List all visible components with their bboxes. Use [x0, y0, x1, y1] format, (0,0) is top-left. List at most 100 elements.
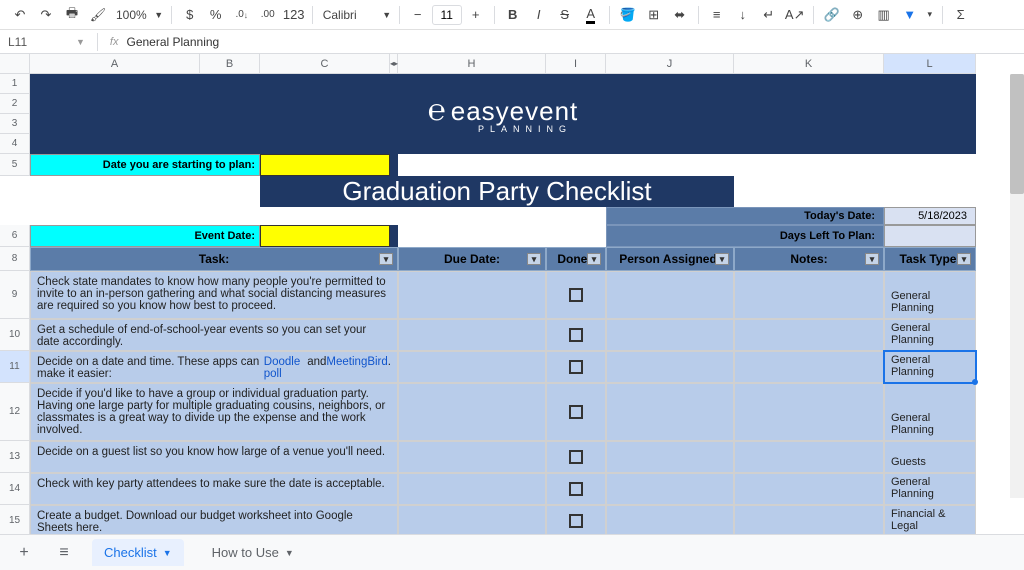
fill-color-icon[interactable]: 🪣: [616, 3, 640, 27]
task-type-cell[interactable]: General Planning: [884, 319, 976, 351]
notes-cell[interactable]: [734, 473, 884, 505]
header-done[interactable]: Done?▾: [546, 247, 606, 271]
notes-cell[interactable]: [734, 505, 884, 534]
filter-dropdown-icon[interactable]: ▾: [924, 3, 936, 27]
task-cell[interactable]: Decide if you'd like to have a group or …: [30, 383, 398, 441]
checkbox-icon[interactable]: [569, 514, 583, 528]
checkbox-icon[interactable]: [569, 288, 583, 302]
tab-dropdown-icon[interactable]: ▼: [285, 548, 294, 558]
due-date-cell[interactable]: [398, 271, 546, 319]
bold-icon[interactable]: B: [501, 3, 525, 27]
due-date-cell[interactable]: [398, 383, 546, 441]
redo-icon[interactable]: ↷: [34, 3, 58, 27]
checkbox-icon[interactable]: [569, 482, 583, 496]
person-cell[interactable]: [606, 319, 734, 351]
filter-dropdown-icon[interactable]: ▾: [587, 253, 601, 265]
person-cell[interactable]: [606, 505, 734, 534]
tab-how-to-use[interactable]: How to Use▼: [200, 539, 306, 566]
row-header[interactable]: 5: [0, 154, 30, 176]
row-header[interactable]: 10: [0, 319, 30, 351]
percent-icon[interactable]: %: [204, 3, 228, 27]
task-type-cell[interactable]: General Planning: [884, 351, 976, 383]
merge-cells-icon[interactable]: ⬌: [668, 3, 692, 27]
checkbox-icon[interactable]: [569, 405, 583, 419]
active-cell-ref[interactable]: L11: [8, 35, 68, 49]
insert-chart-icon[interactable]: ▥: [872, 3, 896, 27]
italic-icon[interactable]: I: [527, 3, 551, 27]
checkbox-icon[interactable]: [569, 360, 583, 374]
vertical-align-icon[interactable]: ↓: [731, 3, 755, 27]
filter-dropdown-icon[interactable]: ▾: [379, 253, 393, 265]
person-cell[interactable]: [606, 383, 734, 441]
strikethrough-icon[interactable]: S: [553, 3, 577, 27]
notes-cell[interactable]: [734, 351, 884, 383]
event-date-input[interactable]: [260, 225, 390, 247]
filter-dropdown-icon[interactable]: ▾: [957, 253, 971, 265]
filter-dropdown-icon[interactable]: ▾: [527, 253, 541, 265]
row-header[interactable]: 13: [0, 441, 30, 473]
currency-icon[interactable]: $: [178, 3, 202, 27]
row-header[interactable]: 12: [0, 383, 30, 441]
notes-cell[interactable]: [734, 271, 884, 319]
borders-icon[interactable]: ⊞: [642, 3, 666, 27]
formula-input[interactable]: [126, 35, 1016, 49]
task-type-cell[interactable]: General Planning: [884, 271, 976, 319]
filter-dropdown-icon[interactable]: ▾: [865, 253, 879, 265]
row-header[interactable]: 15: [0, 505, 30, 534]
functions-icon[interactable]: Σ: [949, 3, 973, 27]
text-rotation-icon[interactable]: A↗: [783, 3, 807, 27]
col-header-b[interactable]: B: [200, 54, 260, 74]
col-header-k[interactable]: K: [734, 54, 884, 74]
notes-cell[interactable]: [734, 319, 884, 351]
task-cell[interactable]: Check with key party attendees to make s…: [30, 473, 398, 505]
header-notes[interactable]: Notes:▾: [734, 247, 884, 271]
col-header-h[interactable]: H: [398, 54, 546, 74]
done-cell[interactable]: [546, 505, 606, 534]
increase-decimal-icon[interactable]: .00: [256, 3, 280, 27]
col-header-collapsed[interactable]: ◂▸: [390, 54, 398, 74]
undo-icon[interactable]: ↶: [8, 3, 32, 27]
person-cell[interactable]: [606, 271, 734, 319]
font-size-increase-icon[interactable]: +: [464, 3, 488, 27]
notes-cell[interactable]: [734, 441, 884, 473]
due-date-cell[interactable]: [398, 473, 546, 505]
header-person[interactable]: Person Assigned:▾: [606, 247, 734, 271]
task-cell[interactable]: Create a budget. Download our budget wor…: [30, 505, 398, 534]
row-header[interactable]: 1: [0, 74, 30, 94]
print-icon[interactable]: 🖶: [60, 3, 84, 27]
spreadsheet-grid[interactable]: A B C ◂▸ H I J K L 1 ℮easyevent PLANNING…: [0, 54, 1024, 534]
name-box-dropdown-icon[interactable]: ▼: [76, 37, 85, 47]
filter-dropdown-icon[interactable]: ▾: [715, 253, 729, 265]
all-sheets-icon[interactable]: ≡: [52, 544, 76, 562]
row-header[interactable]: 11: [0, 351, 30, 383]
insert-comment-icon[interactable]: ⊕: [846, 3, 870, 27]
checkbox-icon[interactable]: [569, 450, 583, 464]
font-family[interactable]: Calibri: [319, 8, 379, 22]
person-cell[interactable]: [606, 441, 734, 473]
header-type[interactable]: Task Type:▾: [884, 247, 976, 271]
tab-dropdown-icon[interactable]: ▼: [163, 548, 172, 558]
done-cell[interactable]: [546, 319, 606, 351]
row-header[interactable]: 9: [0, 271, 30, 319]
link[interactable]: Doodle poll: [264, 356, 307, 380]
vertical-scrollbar[interactable]: [1010, 74, 1024, 498]
more-formats-icon[interactable]: 123: [282, 3, 306, 27]
link[interactable]: MeetingBird: [326, 356, 387, 368]
horizontal-align-icon[interactable]: ≡: [705, 3, 729, 27]
zoom-level[interactable]: 100%: [112, 8, 151, 22]
row-header[interactable]: 2: [0, 94, 30, 114]
done-cell[interactable]: [546, 351, 606, 383]
task-cell[interactable]: Get a schedule of end-of-school-year eve…: [30, 319, 398, 351]
header-due[interactable]: Due Date:▾: [398, 247, 546, 271]
col-header-i[interactable]: I: [546, 54, 606, 74]
col-header-a[interactable]: A: [30, 54, 200, 74]
decrease-decimal-icon[interactable]: .0↓: [230, 3, 254, 27]
task-type-cell[interactable]: General Planning: [884, 383, 976, 441]
text-wrap-icon[interactable]: ↵: [757, 3, 781, 27]
task-type-cell[interactable]: Financial & Legal: [884, 505, 976, 534]
col-header-c[interactable]: C: [260, 54, 390, 74]
font-size-decrease-icon[interactable]: −: [406, 3, 430, 27]
insert-link-icon[interactable]: 🔗: [820, 3, 844, 27]
task-type-cell[interactable]: General Planning: [884, 473, 976, 505]
person-cell[interactable]: [606, 351, 734, 383]
